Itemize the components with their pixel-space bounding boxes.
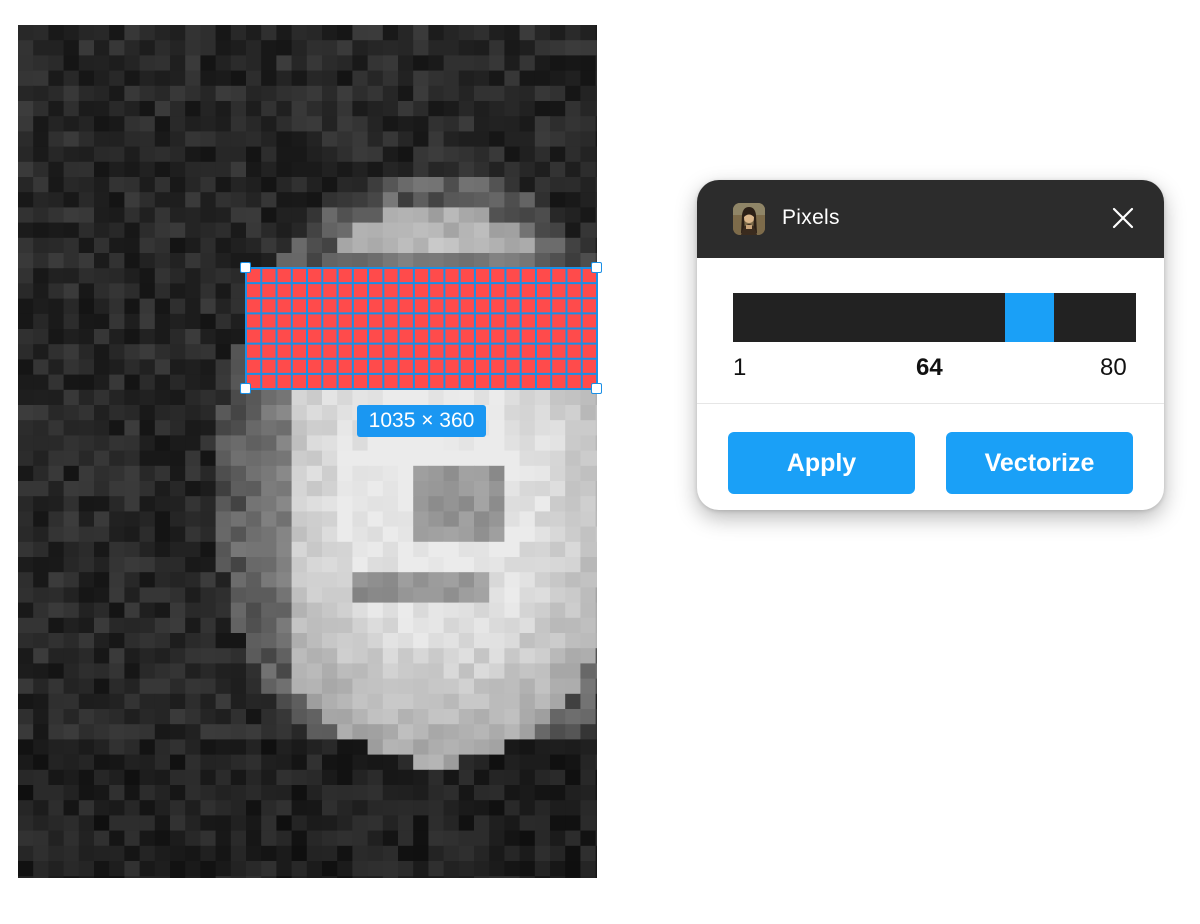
pixelated-portrait-image[interactable] bbox=[18, 25, 597, 878]
resize-handle-top-left[interactable] bbox=[240, 262, 251, 273]
slider-min-label: 1 bbox=[733, 354, 747, 381]
slider-max-label: 80 bbox=[1100, 354, 1127, 381]
close-button[interactable] bbox=[1107, 202, 1139, 234]
panel-header: Pixels bbox=[697, 180, 1164, 258]
slider-thumb[interactable] bbox=[1005, 293, 1054, 342]
selection-pixel-grid bbox=[246, 268, 597, 389]
apply-button[interactable]: Apply bbox=[728, 432, 915, 494]
pixels-plugin-panel: Pixels 1 64 80 Apply Vectorize bbox=[697, 180, 1164, 510]
panel-title: Pixels bbox=[782, 206, 840, 229]
selection-box[interactable] bbox=[245, 267, 598, 390]
pixel-mosaic bbox=[18, 25, 597, 878]
panel-divider bbox=[697, 403, 1164, 404]
resize-handle-bottom-left[interactable] bbox=[240, 383, 251, 394]
selection-dimensions-label: 1035 × 360 bbox=[357, 405, 486, 437]
resize-handle-bottom-right[interactable] bbox=[591, 383, 602, 394]
vectorize-button[interactable]: Vectorize bbox=[946, 432, 1133, 494]
mona-lisa-thumbnail-icon bbox=[733, 203, 765, 235]
close-icon bbox=[1112, 207, 1134, 229]
slider-value-label: 64 bbox=[916, 354, 943, 381]
pixel-size-slider[interactable] bbox=[733, 293, 1136, 342]
resize-handle-top-right[interactable] bbox=[591, 262, 602, 273]
